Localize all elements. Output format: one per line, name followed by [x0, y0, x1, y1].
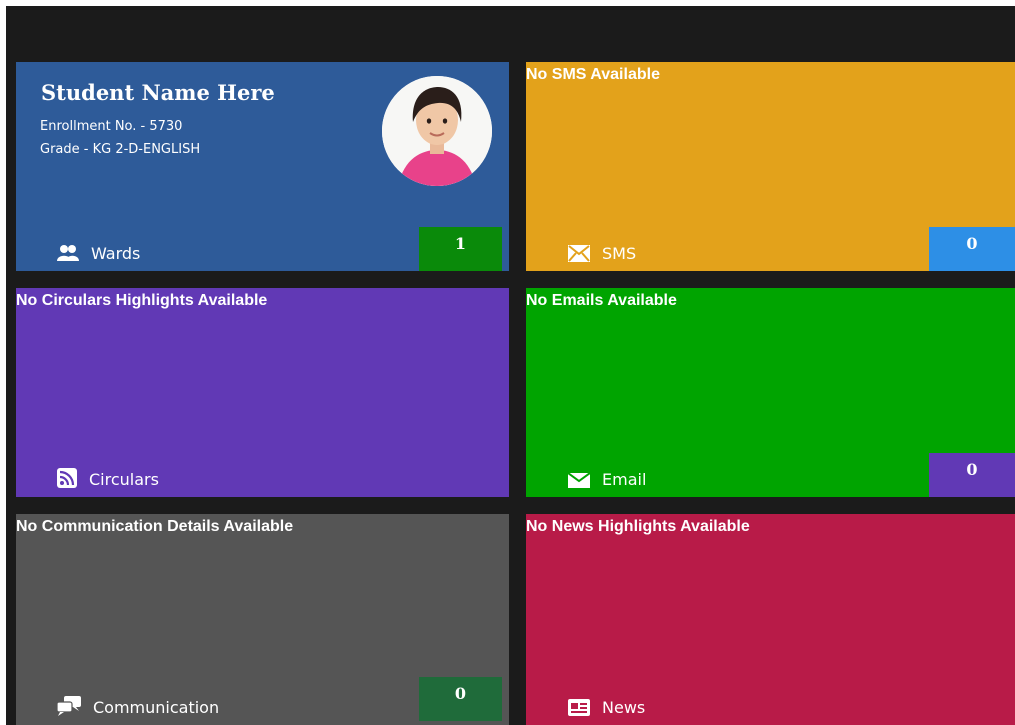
rss-icon	[57, 468, 77, 488]
users-icon	[57, 244, 79, 262]
student-grade: Grade - KG 2-D-ENGLISH	[40, 142, 201, 157]
sms-count-badge: 0	[929, 227, 1015, 271]
circulars-label: Circulars	[89, 470, 159, 489]
communication-message: No Communication Details Available	[16, 518, 294, 535]
email-message: No Emails Available	[526, 292, 677, 309]
email-link[interactable]: Email	[568, 472, 646, 488]
wards-count-badge: 1	[419, 227, 502, 271]
student-avatar	[382, 76, 492, 186]
circulars-link[interactable]: Circulars	[57, 468, 159, 488]
wards-label: Wards	[91, 244, 141, 263]
sms-tile[interactable]: No SMS Available SMS 0	[526, 62, 1015, 271]
mail-icon	[568, 473, 590, 488]
envelope-icon	[568, 245, 590, 262]
communication-count-badge: 0	[419, 677, 502, 721]
sms-message: No SMS Available	[526, 66, 660, 83]
newspaper-icon	[568, 699, 590, 716]
communication-label: Communication	[93, 698, 220, 717]
chat-icon	[57, 696, 81, 716]
sms-link[interactable]: SMS	[568, 245, 636, 262]
email-tile[interactable]: No Emails Available Email 0	[526, 288, 1015, 497]
news-message: No News Highlights Available	[526, 518, 750, 535]
sms-label: SMS	[602, 244, 637, 263]
communication-tile[interactable]: No Communication Details Available Commu…	[16, 514, 509, 725]
wards-link[interactable]: Wards	[57, 244, 140, 262]
news-link[interactable]: News	[568, 699, 645, 716]
news-tile[interactable]: No News Highlights Available News	[526, 514, 1015, 725]
email-count-badge: 0	[929, 453, 1015, 497]
enrollment-number: Enrollment No. - 5730	[40, 119, 183, 134]
email-label: Email	[602, 470, 647, 489]
news-label: News	[602, 698, 646, 717]
student-tile[interactable]: Student Name Here Enrollment No. - 5730 …	[16, 62, 509, 271]
communication-link[interactable]: Communication	[57, 696, 219, 716]
student-name: Student Name Here	[41, 80, 275, 105]
circulars-message: No Circulars Highlights Available	[16, 292, 268, 309]
circulars-tile[interactable]: No Circulars Highlights Available Circul…	[16, 288, 509, 497]
